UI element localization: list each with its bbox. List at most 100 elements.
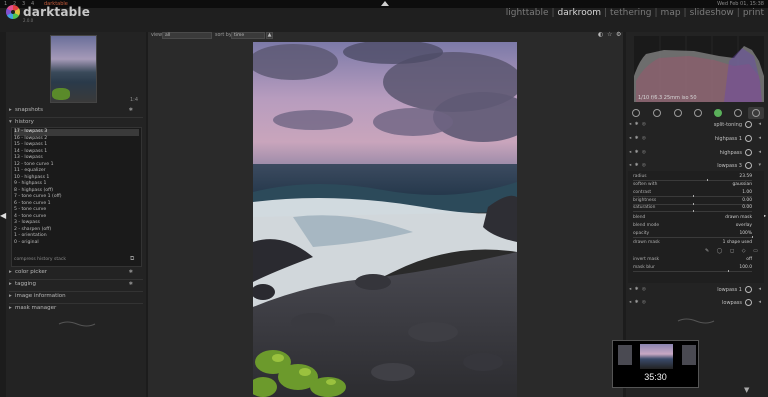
module-highpass[interactable]: ◂ ✱ ◎ highpass ◂ — [627, 148, 764, 159]
module-power-icon[interactable] — [745, 162, 752, 169]
navigation-zoom[interactable]: 1:4 — [130, 97, 138, 103]
thumbnail-plant — [52, 88, 70, 100]
sort-select[interactable]: time — [231, 32, 265, 39]
divider — [9, 291, 143, 292]
correct-group-icon[interactable] — [734, 109, 742, 117]
param-row[interactable]: brightness 0.00 — [631, 198, 760, 205]
param-row[interactable]: opacity 100% — [631, 231, 760, 238]
quick-access-icon[interactable]: ◐ — [598, 31, 603, 38]
tone-group-icon[interactable] — [694, 109, 702, 117]
mask-tools[interactable]: ✎ ◯ ◻ ◇ ▭ — [705, 248, 761, 254]
param-row[interactable]: saturation 0.00 — [631, 205, 760, 212]
param-slider-track[interactable] — [633, 195, 752, 197]
power-group-icon[interactable] — [632, 109, 640, 117]
module-power-icon[interactable] — [745, 135, 752, 142]
view-lighttable[interactable]: lighttable — [506, 8, 549, 18]
app-name: darktable — [23, 5, 91, 19]
reset-icon[interactable]: ✱ — [129, 107, 133, 113]
param-value: 1.00 — [742, 190, 752, 195]
collapse-icon[interactable]: ▾ — [758, 162, 761, 168]
module-controls: ◂ ✱ ◎ — [629, 136, 647, 141]
param-slider-track[interactable] — [633, 210, 752, 212]
section-mask-manager[interactable]: ▸ mask manager — [9, 305, 143, 314]
star-group-icon[interactable] — [653, 109, 661, 117]
param-row[interactable]: blend drawn mask — [631, 215, 760, 222]
param-value: drawn mask — [725, 215, 752, 220]
histogram[interactable] — [634, 36, 764, 102]
app-version: 2.0.0 — [23, 18, 34, 23]
collapse-left-arrow-icon[interactable]: ◀ — [0, 211, 6, 220]
history-copy-icon[interactable]: ⧉ — [130, 255, 134, 263]
module-power-icon[interactable] — [745, 286, 752, 293]
module-power-icon[interactable] — [745, 149, 752, 156]
module-power-icon[interactable] — [745, 299, 752, 306]
reset-icon[interactable]: ✱ — [129, 269, 133, 275]
param-row[interactable]: soften with gaussian — [631, 182, 760, 189]
param-slider-marker[interactable] — [752, 236, 753, 238]
effect-group-icon[interactable] — [752, 109, 760, 117]
module-highpass-1[interactable]: ◂ ✱ ◎ highpass 1 ◂ — [627, 134, 764, 145]
expand-icon[interactable]: ◂ — [758, 135, 761, 141]
section-image-information[interactable]: ▸ image information — [9, 293, 143, 302]
param-value: 1 shape used — [722, 240, 752, 245]
system-bar: 1 2 3 4 darktable Wed Feb 01, 15:38 — [0, 0, 768, 8]
module-lowpass-1[interactable]: ◂ ✱ ◎ lowpass 1 ◂ — [627, 285, 764, 296]
param-slider-track[interactable] — [633, 179, 752, 181]
param-slider-marker[interactable] — [706, 179, 708, 181]
main-image-canvas — [253, 42, 517, 397]
main-image[interactable] — [253, 42, 517, 397]
param-slider-track[interactable] — [633, 236, 753, 238]
collapse-top-arrow-icon[interactable] — [381, 1, 389, 6]
color-group-icon[interactable] — [714, 109, 722, 117]
star-icon[interactable]: ☆ — [607, 31, 612, 38]
view-print[interactable]: print — [743, 8, 764, 18]
logo-center — [11, 10, 15, 14]
view-filter-select[interactable]: all — [162, 32, 212, 39]
view-map[interactable]: map — [661, 8, 681, 18]
module-lowpass[interactable]: ◂ ✱ ◎ lowpass ◂ — [627, 298, 764, 309]
expand-icon[interactable]: ◂ — [758, 149, 761, 155]
param-label: blend — [633, 215, 646, 220]
section-color-picker[interactable]: ▸ color picker ✱ — [9, 269, 143, 278]
view-darkroom[interactable]: darkroom — [558, 8, 601, 18]
param-row[interactable]: drawn mask 1 shape used — [631, 240, 760, 247]
param-label: saturation — [633, 205, 656, 210]
module-controls: ◂ ✱ ◎ — [629, 122, 647, 127]
param-slider-marker[interactable] — [728, 270, 730, 272]
view-slideshow[interactable]: slideshow — [690, 8, 734, 18]
view-switcher: lighttable | darkroom | tethering | map | slides… — [505, 8, 764, 18]
section-tagging[interactable]: ▸ tagging ✱ — [9, 281, 143, 290]
param-row[interactable]: blend mode overlay — [631, 223, 760, 230]
view-tethering[interactable]: tethering — [610, 8, 651, 18]
expand-icon[interactable]: ◂ — [758, 299, 761, 305]
module-split-toning[interactable]: ◂ ✱ ◎ split-toning ◂ — [627, 120, 764, 131]
param-row[interactable]: contrast 1.00 — [631, 190, 760, 197]
exposure-info: 1/10 f/6.3 25mm iso 50 — [638, 95, 697, 101]
param-row[interactable]: invert mask off — [631, 257, 760, 264]
expand-icon[interactable]: ◂ — [758, 286, 761, 292]
collapse-bottom-arrow-icon[interactable]: ▼ — [744, 386, 749, 394]
module-power-icon[interactable] — [745, 121, 752, 128]
panel-end-ornament — [58, 321, 96, 327]
sort-direction-button[interactable]: ▲ — [266, 32, 273, 39]
param-label: drawn mask — [633, 240, 660, 245]
param-row[interactable]: mask blur 100.0 — [631, 265, 760, 272]
param-slider-marker[interactable] — [692, 195, 694, 197]
param-slider-track[interactable] — [633, 270, 752, 272]
param-label: mask blur — [633, 265, 655, 270]
history-item[interactable]: 0 - original — [14, 240, 139, 247]
divider — [9, 117, 143, 118]
workspace-1[interactable]: 1 — [4, 1, 7, 7]
param-row[interactable]: radius 23.59 — [631, 174, 760, 181]
gear-icon[interactable]: ⚙ — [616, 31, 621, 38]
compress-history-button[interactable]: compress history stack — [14, 257, 66, 262]
expand-icon[interactable]: ◂ — [758, 121, 761, 127]
system-clock: Wed Feb 01, 15:38 — [717, 1, 764, 7]
param-value: 0.00 — [742, 198, 752, 203]
param-slider-marker[interactable] — [692, 210, 694, 212]
section-snapshots[interactable]: ▸ snapshots ✱ — [9, 107, 143, 116]
divider — [9, 279, 143, 280]
basic-group-icon[interactable] — [674, 109, 682, 117]
param-label: invert mask — [633, 257, 660, 262]
reset-icon[interactable]: ✱ — [129, 281, 133, 287]
